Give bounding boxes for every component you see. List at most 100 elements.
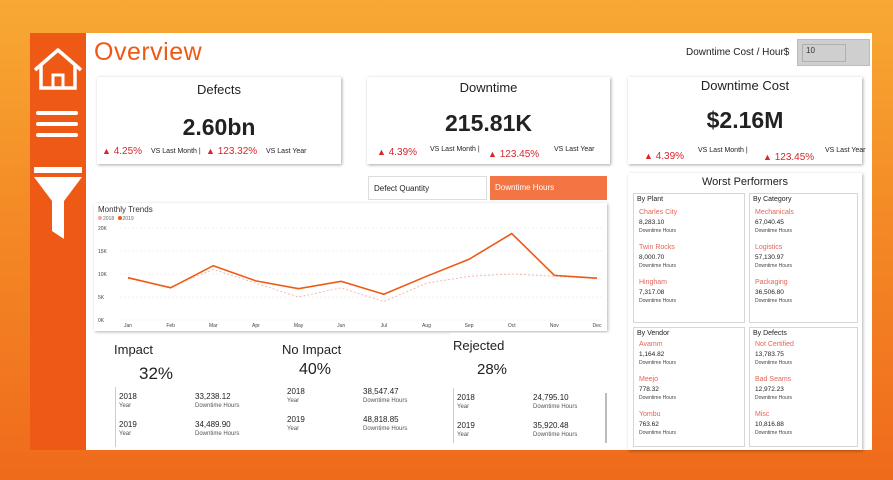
scrollbar[interactable] [605, 393, 607, 443]
year: 2019 [287, 415, 305, 424]
card-title: No Impact [282, 342, 342, 357]
x-tick-label: Feb [166, 323, 175, 329]
list-item[interactable]: Meejo 778.32 Downtime Hours [639, 376, 676, 401]
downtime-value: 48,818.85 [363, 415, 399, 424]
filter-icon[interactable] [30, 165, 86, 245]
trend-plot: 20K 15K 10K 5K 0K Jan Feb Mar Apr May Jun Jul Aug Sep… [98, 226, 603, 329]
downtime-value: 38,547.47 [363, 387, 399, 396]
sidebar [30, 33, 86, 450]
downtime-hours-button[interactable]: Downtime Hours [490, 176, 607, 200]
list-item[interactable]: Bad Seams 12,972.23 Downtime Hours [755, 376, 792, 401]
group-header: By Vendor [637, 330, 670, 337]
up-triangle-icon: ▲ [206, 146, 215, 156]
by-defects-box: By Defects Not Certified 13,783.75 Downtim… [749, 327, 858, 447]
year-label: Year [457, 404, 470, 410]
card-percent: 28% [477, 361, 508, 378]
x-tick-label: Apr [252, 323, 260, 329]
divider [115, 387, 116, 447]
month-change: ▲ 4.25% [102, 146, 143, 157]
y-tick-label: 10K [98, 272, 108, 278]
home-icon[interactable] [30, 45, 86, 91]
year-change: ▲ 123.45% [763, 152, 815, 163]
group-header: By Category [753, 196, 792, 203]
card-percent: 40% [299, 361, 332, 378]
kpi-value: $2.16M [706, 107, 784, 133]
month-change: ▲ 4.39% [644, 151, 685, 162]
vs-last-year-label: VS Last Year [554, 146, 595, 153]
divider [453, 388, 454, 443]
up-triangle-icon: ▲ [102, 146, 111, 156]
by-category-box: By Category Mechanicals 67,040.45 Downtime… [749, 193, 858, 323]
year: 2018 [457, 393, 475, 402]
downtime-label: Downtime Hours [533, 432, 578, 438]
no-impact-card: No Impact 40% 2018 Year 38,547.47 Downti… [277, 337, 459, 450]
up-triangle-icon: ▲ [763, 152, 772, 162]
list-item[interactable]: Twin Rocks 8,000.70 Downtime Hours [639, 244, 676, 269]
up-triangle-icon: ▲ [488, 149, 497, 159]
year-label: Year [287, 398, 300, 404]
year-label: Year [287, 426, 300, 432]
series-line-2019 [127, 232, 598, 296]
kpi-title: Downtime [459, 80, 518, 95]
cost-per-hour-input[interactable]: 10 [797, 39, 870, 66]
downtime-value: 34,489.90 [195, 420, 231, 429]
list-item[interactable]: Hingham 7,317.08 Downtime Hours [639, 279, 676, 304]
card-title: Impact [114, 342, 154, 357]
up-triangle-icon: ▲ [377, 147, 386, 157]
year: 2018 [119, 392, 137, 401]
vs-last-month-label: VS Last Month | [151, 148, 201, 155]
y-tick-label: 20K [98, 226, 108, 232]
year-change: ▲ 123.45% [488, 149, 540, 160]
vs-last-month-label: VS Last Month | [430, 146, 480, 153]
downtime-label: Downtime Hours [363, 426, 408, 432]
defect-quantity-button[interactable]: Defect Quantity [368, 176, 487, 200]
rejected-card: Rejected 28% 2018 Year 24,795.10 Downtim… [450, 333, 610, 445]
year-label: Year [119, 431, 132, 437]
impact-card: Impact 32% 2018 Year 33,238.12 Downtime … [99, 337, 301, 450]
by-vendor-box: By Vendor Avamm 1,164.82 Downtime Hours Me… [633, 327, 745, 447]
list-item[interactable]: Avamm 1,164.82 Downtime Hours [639, 341, 676, 366]
list-item[interactable]: Logistics 57,130.97 Downtime Hours [755, 244, 792, 269]
list-item[interactable]: Misc 10,816.88 Downtime Hours [755, 411, 792, 436]
menu-icon[interactable] [30, 107, 86, 141]
by-plant-box: By Plant Charles City 8,283.10 Downtime Ho… [633, 193, 745, 323]
dashboard-frame: Overview Downtime Cost / Hour$ 10 Defect… [30, 33, 872, 450]
kpi-value: 2.60bn [182, 114, 256, 140]
year: 2019 [119, 420, 137, 429]
downtime-label: Downtime Hours [533, 404, 578, 410]
kpi-card-downtime: Downtime 215.81K ▲ 4.39% VS Last Month |… [367, 77, 610, 164]
x-tick-label: Aug [422, 323, 431, 329]
y-tick-label: 5K [98, 295, 105, 301]
group-header: By Defects [753, 330, 787, 337]
x-tick-label: Mar [209, 323, 218, 329]
panel-title: Worst Performers [702, 176, 788, 188]
downtime-value: 33,238.12 [195, 392, 231, 401]
x-tick-label: Dec [593, 323, 602, 329]
list-item[interactable]: Charles City 8,283.10 Downtime Hours [639, 209, 677, 234]
downtime-value: 35,920.48 [533, 421, 569, 430]
cost-per-hour-inner [802, 44, 846, 62]
downtime-value: 24,795.10 [533, 393, 569, 402]
cost-per-hour-label: Downtime Cost / Hour$ [686, 47, 790, 58]
month-change: ▲ 4.39% [377, 147, 418, 158]
monthly-trends-chart: Monthly Trends 2018 2019 20K 15K 10K 5K 0K Ja… [94, 203, 607, 331]
x-tick-label: Jan [124, 323, 132, 329]
vs-last-year-label: VS Last Year [825, 147, 866, 154]
downtime-label: Downtime Hours [195, 431, 240, 437]
card-percent: 32% [139, 364, 174, 383]
downtime-label: Downtime Hours [363, 398, 408, 404]
x-tick-label: Sep [465, 323, 474, 329]
up-triangle-icon: ▲ [644, 151, 653, 161]
y-tick-label: 0K [98, 318, 105, 324]
x-tick-label: Jul [381, 323, 387, 329]
list-item[interactable]: Not Certified 13,783.75 Downtime Hours [755, 341, 794, 366]
x-tick-label: Oct [508, 323, 516, 329]
vs-last-month-label: VS Last Month | [698, 147, 748, 154]
card-title: Rejected [453, 338, 505, 353]
list-item[interactable]: Yombu 763.62 Downtime Hours [639, 411, 676, 436]
list-item[interactable]: Packaging 36,506.80 Downtime Hours [755, 279, 792, 304]
year-label: Year [119, 403, 132, 409]
page-title: Overview [94, 38, 203, 66]
year: 2019 [457, 421, 475, 430]
list-item[interactable]: Mechanicals 67,040.45 Downtime Hours [755, 209, 794, 234]
